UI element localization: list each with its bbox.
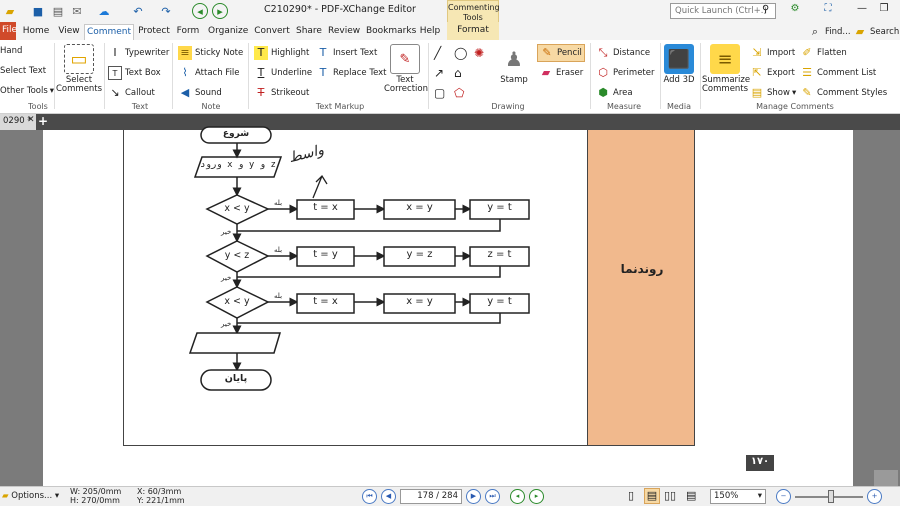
page-height-readout: H: 270/0mm (70, 496, 120, 505)
zoom-in-button[interactable]: + (867, 489, 882, 504)
yes-label-3: بله (274, 292, 283, 300)
scrollbar-corner[interactable] (874, 470, 898, 486)
facing-pages-icon[interactable]: ▯▯ (664, 489, 676, 502)
page-number-badge: ۱۷۰ (746, 455, 774, 471)
no-label-1: خیر (221, 228, 232, 236)
next-page-button[interactable]: ▶ (466, 489, 481, 504)
zoom-level-field[interactable]: 150% ▾ (710, 489, 766, 504)
cursor-y-readout: Y: 221/1mm (137, 496, 185, 505)
page-number-field[interactable]: 178 / 284 (400, 489, 462, 504)
continuous-page-icon[interactable]: ▤ (644, 488, 660, 504)
process-2a-label: t = y (313, 249, 338, 260)
options-icon: ▰ (2, 491, 9, 501)
decision-3-label: x < y (224, 296, 250, 307)
output-box (188, 332, 282, 354)
current-page: 178 (417, 491, 434, 501)
process-3c-label: y = t (487, 296, 512, 307)
end-label: پایان (224, 373, 248, 384)
options-label: Options... (11, 491, 53, 501)
zoom-out-button[interactable]: − (776, 489, 791, 504)
decision-2-label: y < z (224, 250, 250, 261)
process-1c-label: y = t (487, 202, 512, 213)
yes-label-2: بله (274, 246, 283, 254)
continuous-facing-icon[interactable]: ▤ (686, 489, 696, 502)
start-label: شروع (222, 129, 250, 139)
input-label: ورود x و y و z (200, 160, 276, 170)
single-page-icon[interactable]: ▯ (628, 489, 634, 502)
dropdown-arrow-icon: ▾ (52, 491, 60, 501)
decision-1-label: x < y (224, 203, 250, 214)
process-2b-label: y = z (406, 249, 433, 260)
process-3a-label: t = x (313, 296, 338, 307)
first-page-button[interactable]: ⏮ (362, 489, 377, 504)
pdf-editor-window: ▰ ■ ▤ ✉ ☁ ↶ ↷ ◂ ▸ C210290* - PDF-XChange… (0, 0, 900, 506)
back-view-button[interactable]: ◂ (510, 489, 525, 504)
no-label-3: خیر (221, 320, 232, 328)
process-3b-label: x = y (406, 296, 433, 307)
no-label-2: خیر (221, 274, 232, 282)
process-2c-label: z = t (487, 249, 512, 260)
forward-view-button[interactable]: ▸ (529, 489, 544, 504)
options-button[interactable]: ▰ Options... ▾ (2, 491, 59, 501)
zoom-value: 150% (714, 491, 739, 501)
process-1a-label: t = x (313, 202, 338, 213)
last-page-button[interactable]: ⏭ (485, 489, 500, 504)
dropdown-arrow-icon: ▾ (757, 491, 762, 501)
prev-page-button[interactable]: ◀ (381, 489, 396, 504)
zoom-slider-thumb[interactable] (828, 490, 834, 503)
total-pages: 284 (441, 491, 458, 501)
process-1b-label: x = y (406, 202, 433, 213)
page-width-readout: W: 205/0mm (70, 487, 122, 496)
yes-label-1: بله (274, 199, 283, 207)
annotation-arrow (312, 174, 328, 199)
cursor-x-readout: X: 60/3mm (137, 487, 182, 496)
